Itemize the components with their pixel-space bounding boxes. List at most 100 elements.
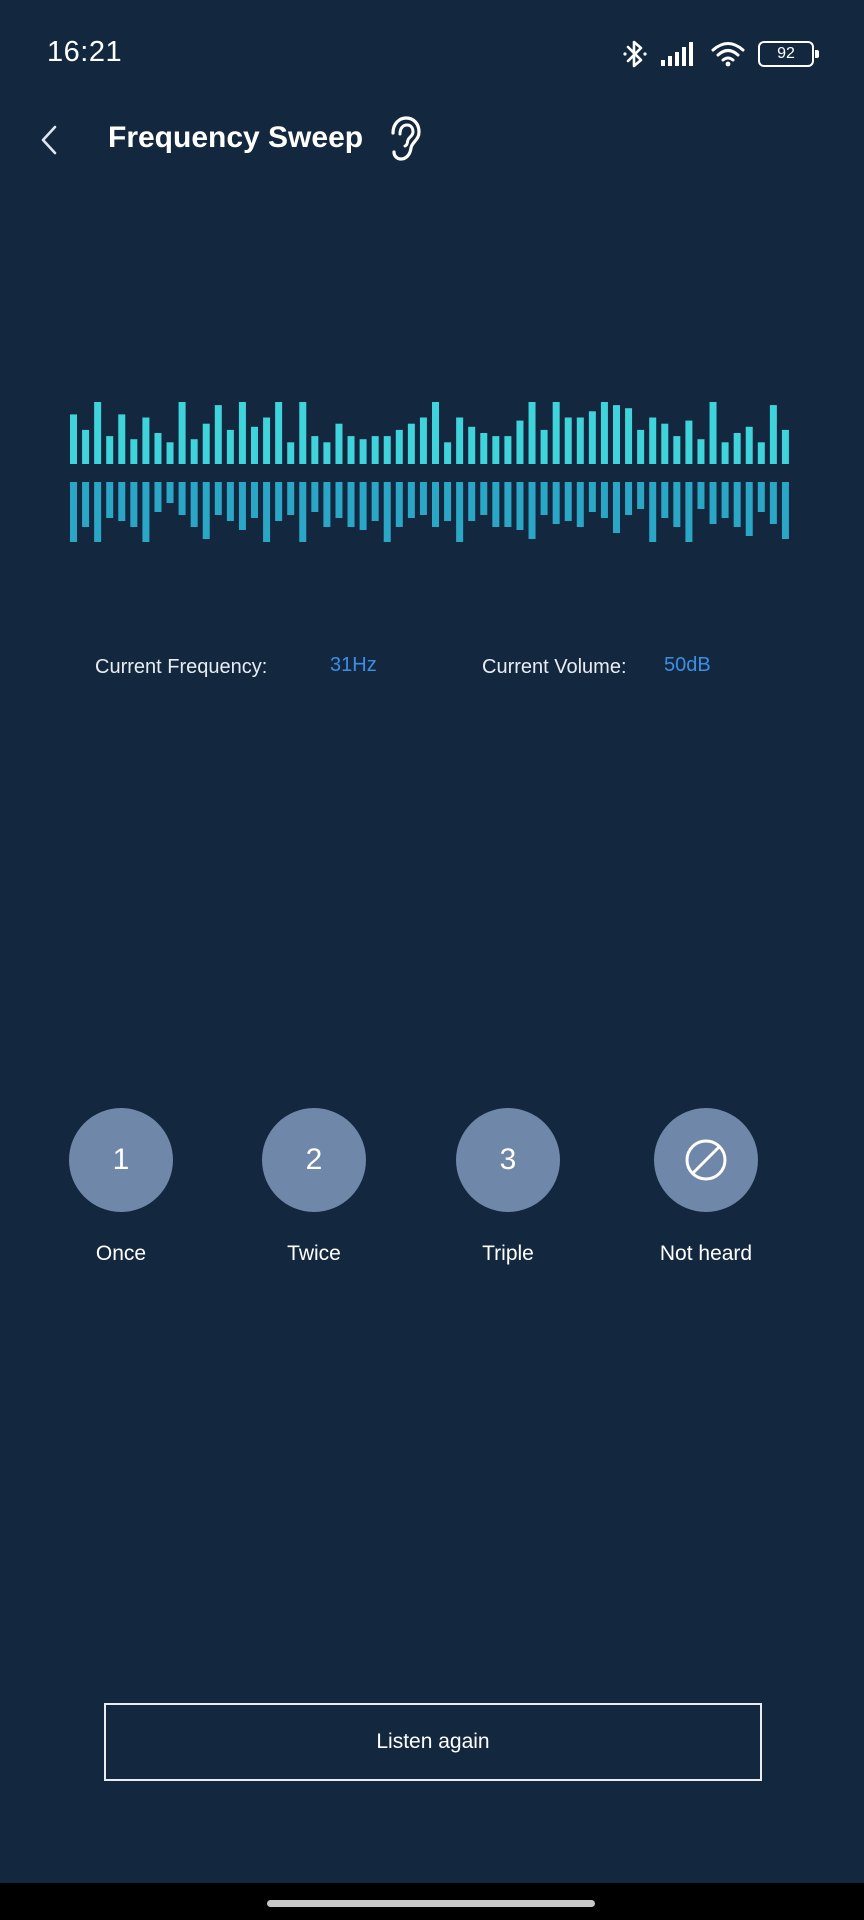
waveform-bar-lower: [190, 482, 198, 527]
waveform-bar-lower: [251, 482, 258, 518]
waveform-bar-lower: [142, 482, 150, 542]
waveform-bar-upper: [552, 402, 560, 464]
back-button[interactable]: [28, 119, 70, 161]
waveform-bar-upper: [383, 436, 391, 464]
waveform-bar-lower: [456, 482, 464, 542]
waveform-bar-lower: [311, 482, 319, 512]
waveform-bar-lower: [528, 482, 536, 539]
waveform-bar-upper: [395, 429, 403, 464]
waveform-bar-lower: [130, 482, 138, 527]
waveform-bar-lower: [359, 482, 367, 530]
waveform-bar-upper: [709, 402, 717, 464]
waveform-bar-upper: [166, 442, 174, 464]
waveform-bar-upper: [504, 436, 512, 464]
waveform-bar-upper: [745, 426, 753, 464]
waveform-bar-upper: [371, 436, 379, 464]
waveform-bar-upper: [456, 417, 464, 464]
waveform-bar-lower: [697, 482, 705, 509]
waveform-bar-upper: [757, 442, 765, 464]
current-frequency-label: Current Frequency:: [95, 656, 268, 678]
signal-icon: [660, 41, 698, 67]
waveform-bar-upper: [407, 423, 415, 464]
waveform-bar-lower: [480, 482, 488, 515]
waveform-bar-lower: [552, 482, 560, 524]
waveform-bar-lower: [673, 482, 681, 527]
answer-options: 1 Once 2 Twice 3 Triple Not heard: [0, 1108, 864, 1278]
waveform-bar-upper: [721, 442, 729, 464]
waveform-bar-lower: [178, 482, 186, 515]
waveform-bar-lower: [516, 482, 524, 530]
waveform-bar-upper: [359, 439, 367, 464]
waveform-bar-lower: [649, 482, 657, 542]
waveform-bar-upper: [613, 405, 620, 464]
answer-triple-button[interactable]: 3 Triple: [438, 1108, 578, 1266]
answer-twice-button[interactable]: 2 Twice: [244, 1108, 384, 1266]
waveform-bar-upper: [528, 402, 536, 464]
waveform-bar-upper: [564, 417, 572, 464]
waveform-bar-lower: [154, 482, 162, 512]
answer-label: Once: [95, 1242, 147, 1265]
ear-icon: [391, 116, 421, 161]
answer-label: Twice: [287, 1242, 341, 1265]
waveform-bar-upper: [154, 433, 162, 464]
waveform-bar-upper: [226, 429, 234, 464]
waveform-bar-upper: [214, 405, 222, 464]
answer-label: Not heard: [659, 1242, 753, 1265]
battery-icon: 92: [758, 41, 819, 67]
battery-level: 92: [777, 45, 795, 62]
waveform-bar-upper: [347, 436, 355, 464]
waveform-bar-upper: [637, 429, 645, 464]
waveform-bar-upper: [299, 402, 307, 464]
waveform-bar-lower: [118, 482, 126, 521]
app-header: Frequency Sweep: [0, 105, 864, 175]
waveform-bar-lower: [214, 482, 222, 515]
waveform-bar-upper: [492, 436, 500, 464]
waveform-bar-upper: [178, 402, 186, 464]
waveform-bar-upper: [588, 411, 596, 464]
current-volume-label: Current Volume:: [482, 656, 627, 678]
waveform-bar-upper: [202, 423, 210, 464]
waveform-bar-lower: [395, 482, 403, 527]
page-title: Frequency Sweep: [108, 121, 364, 154]
waveform-bar-upper: [275, 402, 283, 464]
waveform-bar-upper: [733, 433, 741, 464]
waveform-bar-lower: [504, 482, 512, 527]
waveform-bar-upper: [673, 436, 681, 464]
answer-label: Triple: [482, 1242, 534, 1265]
answer-not-heard-button[interactable]: Not heard: [636, 1108, 776, 1266]
waveform-bar-lower: [661, 482, 669, 518]
waveform-bar-lower: [600, 482, 608, 518]
waveform-bar-upper: [238, 402, 246, 464]
waveform-bar-lower: [202, 482, 210, 539]
home-indicator[interactable]: [267, 1900, 595, 1907]
waveform-bar-upper: [419, 417, 427, 464]
waveform-bar-upper: [263, 417, 271, 464]
waveform-bar-lower: [781, 482, 789, 539]
waveform-bar-lower: [299, 482, 307, 542]
waveform-bar-lower: [444, 482, 452, 521]
waveform-bar-upper: [190, 439, 198, 464]
current-volume-value: 50dB: [664, 654, 711, 676]
waveform-bar-lower: [709, 482, 717, 524]
answer-once-button[interactable]: 1 Once: [51, 1108, 191, 1266]
waveform-bar-lower: [576, 482, 584, 527]
waveform-bar-lower: [419, 482, 427, 515]
waveform-bar-upper: [118, 414, 126, 464]
waveform-bar-lower: [106, 482, 114, 518]
waveform-bar-upper: [625, 408, 633, 464]
waveform-bar-lower: [166, 482, 174, 503]
waveform-bar-upper: [444, 442, 452, 464]
waveform-bar-lower: [407, 482, 415, 518]
waveform-bar-lower: [540, 482, 548, 515]
system-navigation-bar: [0, 1883, 864, 1920]
waveform-bar-upper: [70, 414, 77, 464]
waveform-bar-upper: [697, 439, 705, 464]
waveform-bar-upper: [516, 420, 524, 464]
prohibited-icon: [685, 1139, 727, 1181]
listen-again-button[interactable]: Listen again: [104, 1703, 762, 1781]
answer-circle: 1: [69, 1108, 173, 1212]
waveform-bar-lower: [335, 482, 343, 518]
waveform-bar-upper: [287, 442, 295, 464]
answer-circle: [654, 1108, 758, 1212]
waveform-bar-lower: [432, 482, 439, 527]
